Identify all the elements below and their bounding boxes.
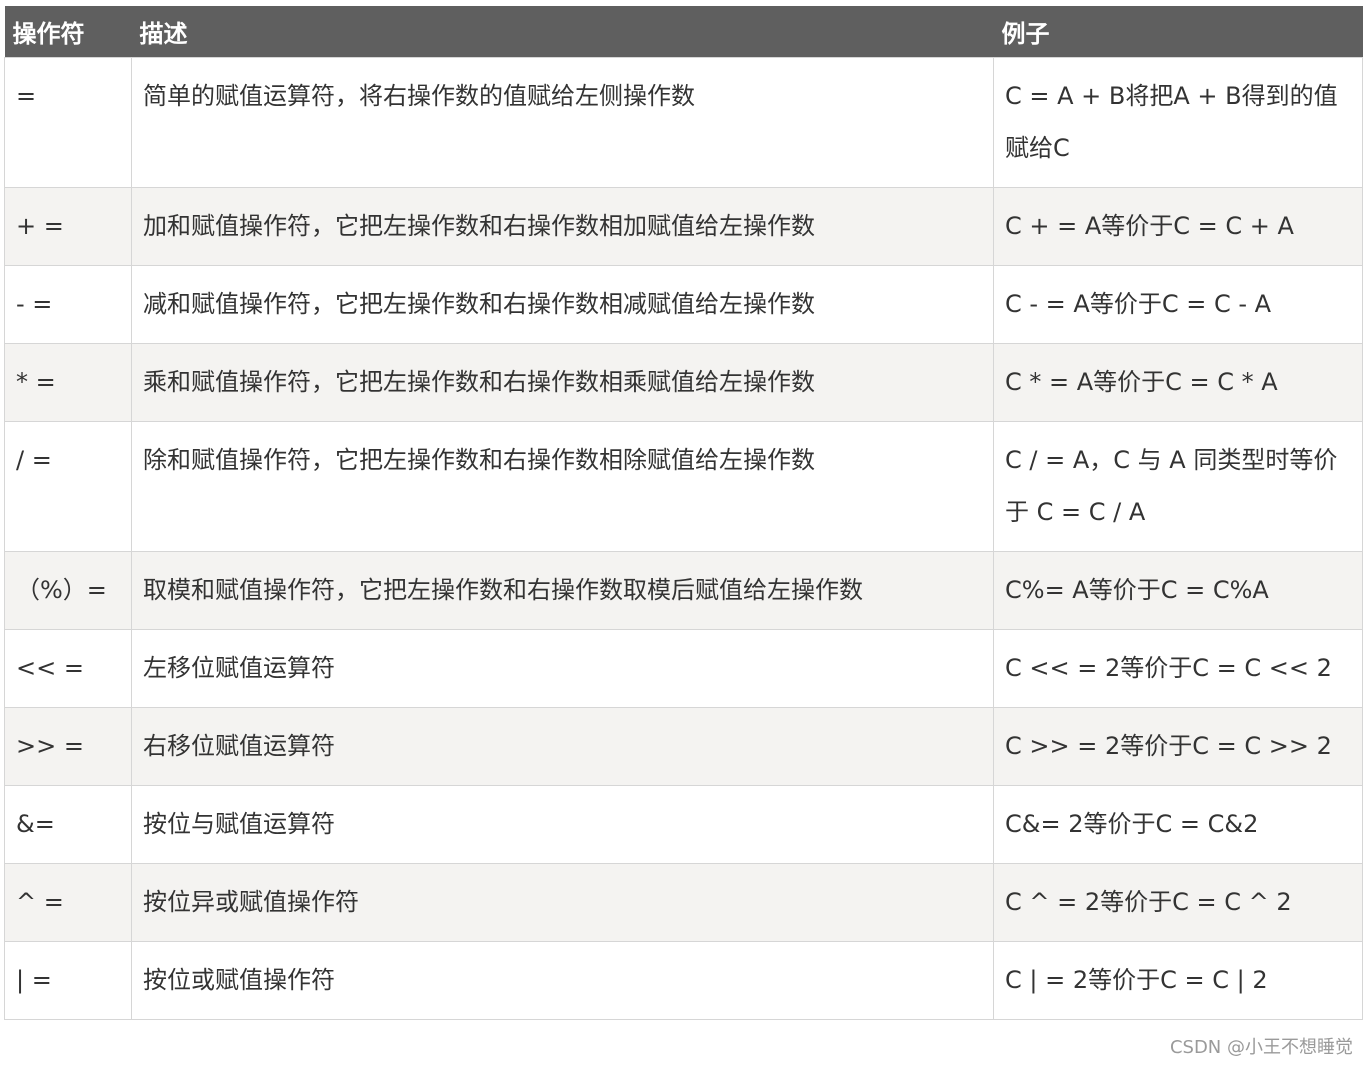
header-operator: 操作符: [4, 6, 132, 58]
table-row: ^ = 按位异或赋值操作符 C ^ = 2等价于C = C ^ 2: [4, 863, 1363, 942]
table-row: << = 左移位赋值运算符 C << = 2等价于C = C << 2: [4, 629, 1363, 708]
example-cell: C + = A等价于C = C + A: [993, 187, 1363, 266]
description-cell: 加和赋值操作符，它把左操作数和右操作数相加赋值给左操作数: [131, 187, 994, 266]
description-cell: 简单的赋值运算符，将右操作数的值赋给左侧操作数: [131, 57, 994, 188]
example-cell: C >> = 2等价于C = C >> 2: [993, 707, 1363, 786]
description-cell: 除和赋值操作符，它把左操作数和右操作数相除赋值给左操作数: [131, 421, 994, 552]
description-cell: 左移位赋值运算符: [131, 629, 994, 708]
table-row: （%）= 取模和赋值操作符，它把左操作数和右操作数取模后赋值给左操作数 C%= …: [4, 551, 1363, 630]
operator-cell: =: [4, 57, 132, 188]
description-cell: 按位异或赋值操作符: [131, 863, 994, 942]
example-cell: C&= 2等价于C = C&2: [993, 785, 1363, 864]
example-cell: C%= A等价于C = C%A: [993, 551, 1363, 630]
table-row: - = 减和赋值操作符，它把左操作数和右操作数相减赋值给左操作数 C - = A…: [4, 265, 1363, 344]
operator-cell: * =: [4, 343, 132, 422]
table-row: + = 加和赋值操作符，它把左操作数和右操作数相加赋值给左操作数 C + = A…: [4, 187, 1363, 266]
example-cell: C ^ = 2等价于C = C ^ 2: [993, 863, 1363, 942]
description-cell: 右移位赋值运算符: [131, 707, 994, 786]
description-cell: 乘和赋值操作符，它把左操作数和右操作数相乘赋值给左操作数: [131, 343, 994, 422]
example-cell: C - = A等价于C = C - A: [993, 265, 1363, 344]
operator-cell: | =: [4, 941, 132, 1020]
operator-cell: &=: [4, 785, 132, 864]
table-row: = 简单的赋值运算符，将右操作数的值赋给左侧操作数 C = A + B将把A +…: [4, 57, 1363, 188]
operator-cell: - =: [4, 265, 132, 344]
operator-cell: << =: [4, 629, 132, 708]
operator-cell: >> =: [4, 707, 132, 786]
example-cell: C * = A等价于C = C * A: [993, 343, 1363, 422]
example-cell: C | = 2等价于C = C | 2: [993, 941, 1363, 1020]
table-row: / = 除和赋值操作符，它把左操作数和右操作数相除赋值给左操作数 C / = A…: [4, 421, 1363, 552]
operator-table: 操作符 描述 例子 = 简单的赋值运算符，将右操作数的值赋给左侧操作数 C = …: [4, 6, 1363, 1020]
example-cell: C = A + B将把A + B得到的值赋给C: [993, 57, 1363, 188]
operator-cell: + =: [4, 187, 132, 266]
table-row: &= 按位与赋值运算符 C&= 2等价于C = C&2: [4, 785, 1363, 864]
table-header-row: 操作符 描述 例子: [4, 6, 1363, 58]
table-row: * = 乘和赋值操作符，它把左操作数和右操作数相乘赋值给左操作数 C * = A…: [4, 343, 1363, 422]
table-row: | = 按位或赋值操作符 C | = 2等价于C = C | 2: [4, 941, 1363, 1020]
description-cell: 按位与赋值运算符: [131, 785, 994, 864]
description-cell: 按位或赋值操作符: [131, 941, 994, 1020]
description-cell: 减和赋值操作符，它把左操作数和右操作数相减赋值给左操作数: [131, 265, 994, 344]
operator-cell: ^ =: [4, 863, 132, 942]
csdn-watermark: CSDN @小王不想睡觉: [1169, 1037, 1353, 1058]
header-description: 描述: [131, 6, 994, 58]
header-example: 例子: [993, 6, 1363, 58]
example-cell: C << = 2等价于C = C << 2: [993, 629, 1363, 708]
table-row: >> = 右移位赋值运算符 C >> = 2等价于C = C >> 2: [4, 707, 1363, 786]
operator-cell: （%）=: [4, 551, 132, 630]
example-cell: C / = A，C 与 A 同类型时等价于 C = C / A: [993, 421, 1363, 552]
description-cell: 取模和赋值操作符，它把左操作数和右操作数取模后赋值给左操作数: [131, 551, 994, 630]
operator-cell: / =: [4, 421, 132, 552]
